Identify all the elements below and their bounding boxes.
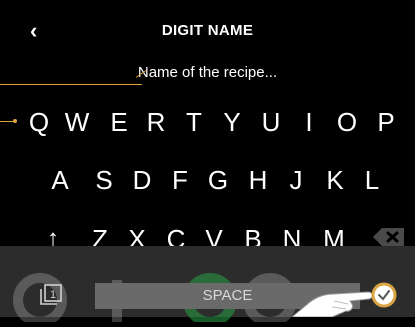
key-w[interactable]: W bbox=[62, 100, 92, 144]
key-d[interactable]: D bbox=[131, 158, 153, 202]
key-r[interactable]: R bbox=[145, 100, 167, 144]
keyboard-row-1: Q W E R T Y U I O P bbox=[0, 100, 415, 144]
key-h[interactable]: H bbox=[247, 158, 269, 202]
pages-icon[interactable]: 1 bbox=[39, 283, 65, 305]
key-p[interactable]: P bbox=[375, 100, 397, 144]
page-title: DIGIT NAME bbox=[161, 22, 254, 39]
key-j[interactable]: J bbox=[288, 158, 304, 202]
backspace-icon[interactable] bbox=[371, 226, 407, 248]
key-s[interactable]: S bbox=[93, 158, 115, 202]
key-e[interactable]: E bbox=[108, 100, 130, 144]
key-t[interactable]: T bbox=[183, 100, 205, 144]
key-o[interactable]: O bbox=[334, 100, 360, 144]
key-u[interactable]: U bbox=[259, 100, 283, 144]
pages-number: 1 bbox=[50, 289, 56, 301]
recipe-name-field[interactable]: Name of the recipe... bbox=[0, 64, 415, 81]
key-i[interactable]: I bbox=[302, 100, 316, 144]
key-f[interactable]: F bbox=[170, 158, 190, 202]
key-k[interactable]: K bbox=[324, 158, 346, 202]
keyboard-row-2: A S D F G H J K L bbox=[0, 158, 415, 202]
confirm-icon[interactable] bbox=[370, 281, 398, 309]
key-q[interactable]: Q bbox=[26, 100, 52, 144]
key-g[interactable]: G bbox=[206, 158, 230, 202]
key-y[interactable]: Y bbox=[221, 100, 243, 144]
callout-line-name bbox=[0, 84, 142, 85]
key-a[interactable]: A bbox=[48, 158, 72, 202]
pointing-hand-icon bbox=[292, 291, 373, 317]
key-l[interactable]: L bbox=[363, 158, 381, 202]
